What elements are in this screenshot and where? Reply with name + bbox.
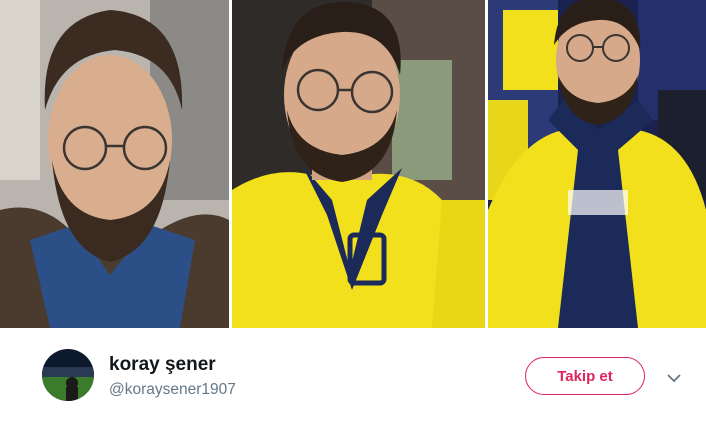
avatar[interactable] [42, 349, 94, 401]
tweet-photo-1[interactable] [0, 0, 229, 328]
display-name[interactable]: koray şener [109, 354, 216, 376]
tweet-text [0, 422, 706, 431]
user-handle[interactable]: @koraysener1907 [109, 381, 236, 399]
follow-button[interactable]: Takip et [525, 357, 645, 395]
chevron-down-icon[interactable] [667, 370, 681, 383]
media-grid[interactable] [0, 0, 706, 328]
tweet-photo-2[interactable] [232, 0, 485, 328]
tweet-photo-3[interactable] [488, 0, 706, 328]
